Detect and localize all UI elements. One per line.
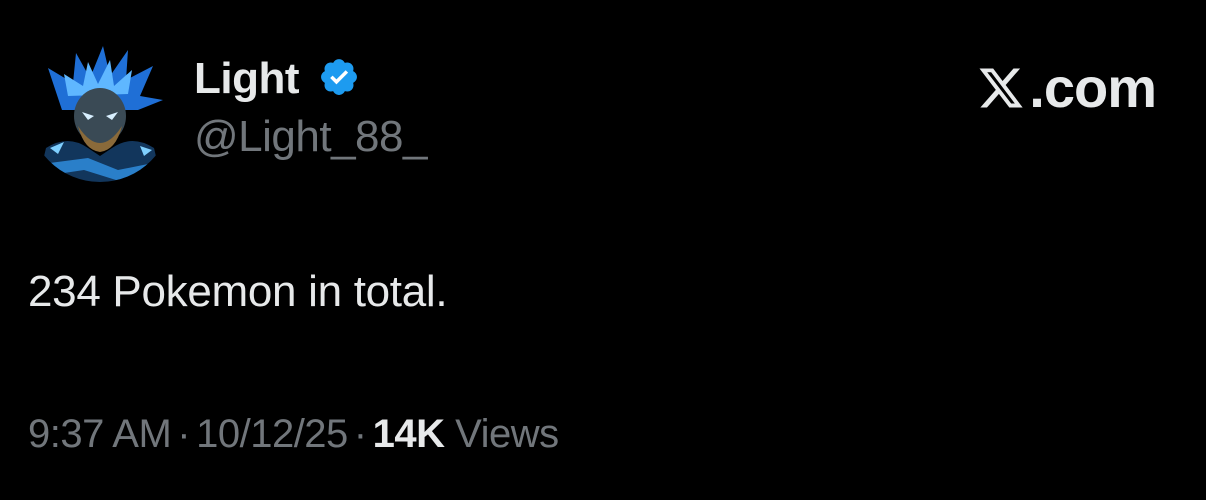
tweet-text: 234 Pokemon in total. xyxy=(28,267,448,316)
verified-badge-icon xyxy=(321,59,357,95)
display-name[interactable]: Light xyxy=(194,54,300,104)
brand-watermark: .com xyxy=(975,56,1157,119)
avatar[interactable] xyxy=(28,38,172,182)
meta-separator: · xyxy=(353,412,367,456)
tweet-date[interactable]: 10/12/25 xyxy=(196,412,348,456)
brand-domain-text: .com xyxy=(1029,56,1157,119)
tweet-meta: 9:37 AM · 10/12/25 · 14K Views xyxy=(28,410,559,458)
user-handle[interactable]: @Light_88_ xyxy=(194,112,427,162)
x-logo-icon xyxy=(979,68,1023,108)
meta-separator: · xyxy=(177,412,191,456)
views-count: 14K xyxy=(372,412,445,456)
tweet-time[interactable]: 9:37 AM xyxy=(28,412,172,456)
views-label: Views xyxy=(455,412,559,456)
